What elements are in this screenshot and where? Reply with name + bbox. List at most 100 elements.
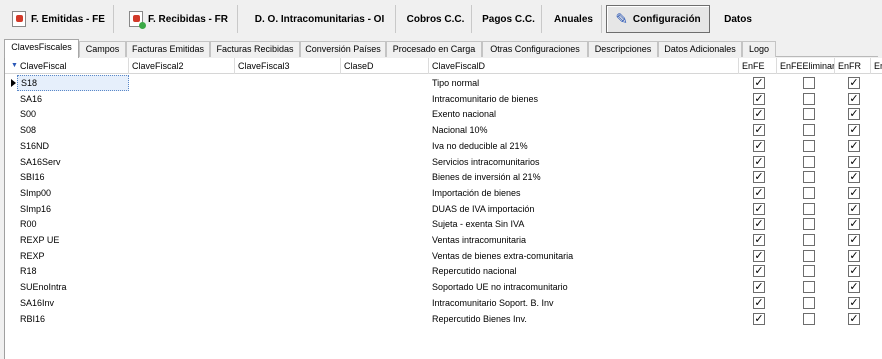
table-row[interactable]: SA16 Intracomunitario de bienes bbox=[5, 91, 882, 107]
checkbox-enfe[interactable] bbox=[753, 281, 765, 294]
toolbar-button-emitidas[interactable]: F. Emitidas - FE bbox=[4, 5, 114, 33]
checkbox-enfeeliminar[interactable] bbox=[803, 202, 815, 215]
toolbar-button-pagos[interactable]: Pagos C.C. bbox=[476, 5, 542, 33]
tab-descripciones[interactable]: Descripciones bbox=[588, 41, 658, 57]
cell-clavefiscald[interactable]: Repercutido nacional bbox=[429, 263, 739, 279]
checkbox-enfe[interactable] bbox=[753, 218, 765, 231]
table-row[interactable]: REXP UE Ventas intracomunitaria bbox=[5, 232, 882, 248]
checkbox-enfe[interactable] bbox=[753, 77, 765, 89]
checkbox-enfr[interactable] bbox=[848, 265, 860, 278]
column-header-clavefiscal2[interactable]: ClaveFiscal2 bbox=[129, 58, 235, 74]
checkbox-enfe[interactable] bbox=[753, 92, 765, 105]
table-row[interactable]: S18 Tipo normal bbox=[5, 75, 882, 91]
cell-clavefiscald[interactable]: Sujeta - exenta Sin IVA bbox=[429, 216, 739, 232]
cell-clavefiscald[interactable]: DUAS de IVA importación bbox=[429, 201, 739, 217]
tab-facturas-emitidas[interactable]: Facturas Emitidas bbox=[126, 41, 210, 57]
checkbox-enfeeliminar[interactable] bbox=[803, 218, 815, 231]
checkbox-enfr[interactable] bbox=[848, 108, 860, 121]
checkbox-enfe[interactable] bbox=[753, 234, 765, 246]
cell-clavefiscal[interactable]: SImp00 bbox=[17, 185, 129, 201]
tab-conversion-paises[interactable]: Conversión Países bbox=[300, 41, 386, 57]
cell-clavefiscald[interactable]: Nacional 10% bbox=[429, 122, 739, 138]
checkbox-enfr[interactable] bbox=[848, 92, 860, 105]
cell-clavefiscald[interactable]: Ventas intracomunitaria bbox=[429, 232, 739, 248]
table-row[interactable]: SUEnoIntra Soportado UE no intracomunitar… bbox=[5, 279, 882, 295]
checkbox-enfeeliminar[interactable] bbox=[803, 296, 815, 309]
checkbox-enfr[interactable] bbox=[848, 281, 860, 294]
checkbox-enfe[interactable] bbox=[753, 108, 765, 121]
column-header-enfr[interactable]: EnFR bbox=[835, 58, 871, 74]
checkbox-enfe[interactable] bbox=[753, 124, 765, 137]
checkbox-enfr[interactable] bbox=[848, 124, 860, 137]
checkbox-enfeeliminar[interactable] bbox=[803, 155, 815, 168]
table-row[interactable]: S16ND Iva no deducible al 21% bbox=[5, 138, 882, 154]
checkbox-enfeeliminar[interactable] bbox=[803, 186, 815, 199]
checkbox-enfe[interactable] bbox=[753, 202, 765, 215]
checkbox-enfr[interactable] bbox=[848, 155, 860, 168]
cell-clavefiscal[interactable]: SA16Inv bbox=[17, 295, 129, 311]
cell-clavefiscald[interactable]: Intracomunitario Soport. B. Inv bbox=[429, 295, 739, 311]
cell-clavefiscal[interactable]: SImp16 bbox=[17, 201, 129, 217]
table-row[interactable]: SA16Inv Intracomunitario Soport. B. Inv bbox=[5, 295, 882, 311]
checkbox-enfe[interactable] bbox=[753, 139, 765, 152]
checkbox-enfeeliminar[interactable] bbox=[803, 281, 815, 294]
cell-clavefiscald[interactable]: Ventas de bienes extra-comunitaria bbox=[429, 248, 739, 264]
column-header-enfeeliminar[interactable]: EnFEEliminar bbox=[777, 58, 835, 74]
tab-datos-adicionales[interactable]: Datos Adicionales bbox=[658, 41, 742, 57]
column-header-clavefiscald[interactable]: ClaveFiscalD bbox=[429, 58, 739, 74]
tab-logo[interactable]: Logo bbox=[742, 41, 776, 57]
tab-campos[interactable]: Campos bbox=[79, 41, 126, 57]
checkbox-enfr[interactable] bbox=[848, 186, 860, 199]
checkbox-enfe[interactable] bbox=[753, 249, 765, 262]
checkbox-enfr[interactable] bbox=[848, 234, 860, 246]
table-row[interactable]: SBI16 Bienes de inversión al 21% bbox=[5, 169, 882, 185]
cell-clavefiscald[interactable]: Servicios intracomunitarios bbox=[429, 154, 739, 170]
checkbox-enfeeliminar[interactable] bbox=[803, 92, 815, 105]
cell-clavefiscal[interactable]: S08 bbox=[17, 122, 129, 138]
toolbar-button-cobros[interactable]: Cobros C.C. bbox=[400, 5, 472, 33]
cell-clavefiscald[interactable]: Tipo normal bbox=[429, 75, 739, 91]
table-row[interactable]: S00 Exento nacional bbox=[5, 106, 882, 122]
table-row[interactable]: RBI16 Repercutido Bienes Inv. bbox=[5, 311, 882, 327]
checkbox-enfeeliminar[interactable] bbox=[803, 77, 815, 89]
cell-clavefiscal[interactable]: SUEnoIntra bbox=[17, 279, 129, 295]
checkbox-enfe[interactable] bbox=[753, 296, 765, 309]
toolbar-button-intracomunitarias[interactable]: D. O. Intracomunitarias - OI bbox=[244, 5, 396, 33]
checkbox-enfeeliminar[interactable] bbox=[803, 139, 815, 152]
column-header-enfe[interactable]: EnFE bbox=[739, 58, 777, 74]
table-row[interactable]: R00 Sujeta - exenta Sin IVA bbox=[5, 216, 882, 232]
checkbox-enfeeliminar[interactable] bbox=[803, 249, 815, 262]
checkbox-enfe[interactable] bbox=[753, 155, 765, 168]
checkbox-enfr[interactable] bbox=[848, 77, 860, 89]
cell-clavefiscal[interactable]: REXP UE bbox=[17, 232, 129, 248]
cell-clavefiscald[interactable]: Repercutido Bienes Inv. bbox=[429, 311, 739, 327]
checkbox-enfr[interactable] bbox=[848, 202, 860, 215]
toolbar-button-recibidas[interactable]: F. Recibidas - FR bbox=[120, 5, 238, 33]
table-row[interactable]: SImp00 Importación de bienes bbox=[5, 185, 882, 201]
checkbox-enfr[interactable] bbox=[848, 296, 860, 309]
checkbox-enfeeliminar[interactable] bbox=[803, 171, 815, 184]
table-row[interactable]: R18 Repercutido nacional bbox=[5, 263, 882, 279]
checkbox-enfr[interactable] bbox=[848, 218, 860, 231]
checkbox-enfr[interactable] bbox=[848, 171, 860, 184]
checkbox-enfeeliminar[interactable] bbox=[803, 234, 815, 246]
table-row[interactable]: SA16Serv Servicios intracomunitarios bbox=[5, 154, 882, 170]
cell-clavefiscal[interactable]: S16ND bbox=[17, 138, 129, 154]
cell-clavefiscal[interactable]: R18 bbox=[17, 263, 129, 279]
table-row[interactable]: S08 Nacional 10% bbox=[5, 122, 882, 138]
cell-clavefiscal[interactable]: SBI16 bbox=[17, 169, 129, 185]
checkbox-enfe[interactable] bbox=[753, 171, 765, 184]
toolbar-button-datos[interactable]: Datos bbox=[714, 5, 762, 33]
cell-clavefiscal[interactable]: SA16Serv bbox=[17, 154, 129, 170]
checkbox-enfeeliminar[interactable] bbox=[803, 312, 815, 325]
table-row[interactable]: REXP Ventas de bienes extra-comunitaria bbox=[5, 248, 882, 264]
column-header-clavefiscal[interactable]: ClaveFiscal bbox=[17, 58, 129, 74]
cell-clavefiscald[interactable]: Intracomunitario de bienes bbox=[429, 91, 739, 107]
checkbox-enfr[interactable] bbox=[848, 139, 860, 152]
tab-procesado-en-carga[interactable]: Procesado en Carga bbox=[386, 41, 482, 57]
cell-clavefiscal[interactable]: S18 bbox=[17, 75, 129, 91]
toolbar-button-configuracion[interactable]: ✎ Configuración bbox=[606, 5, 710, 33]
table-row[interactable]: SImp16 DUAS de IVA importación bbox=[5, 201, 882, 217]
column-header-clavefiscal3[interactable]: ClaveFiscal3 bbox=[235, 58, 341, 74]
column-header-clased[interactable]: ClaseD bbox=[341, 58, 429, 74]
